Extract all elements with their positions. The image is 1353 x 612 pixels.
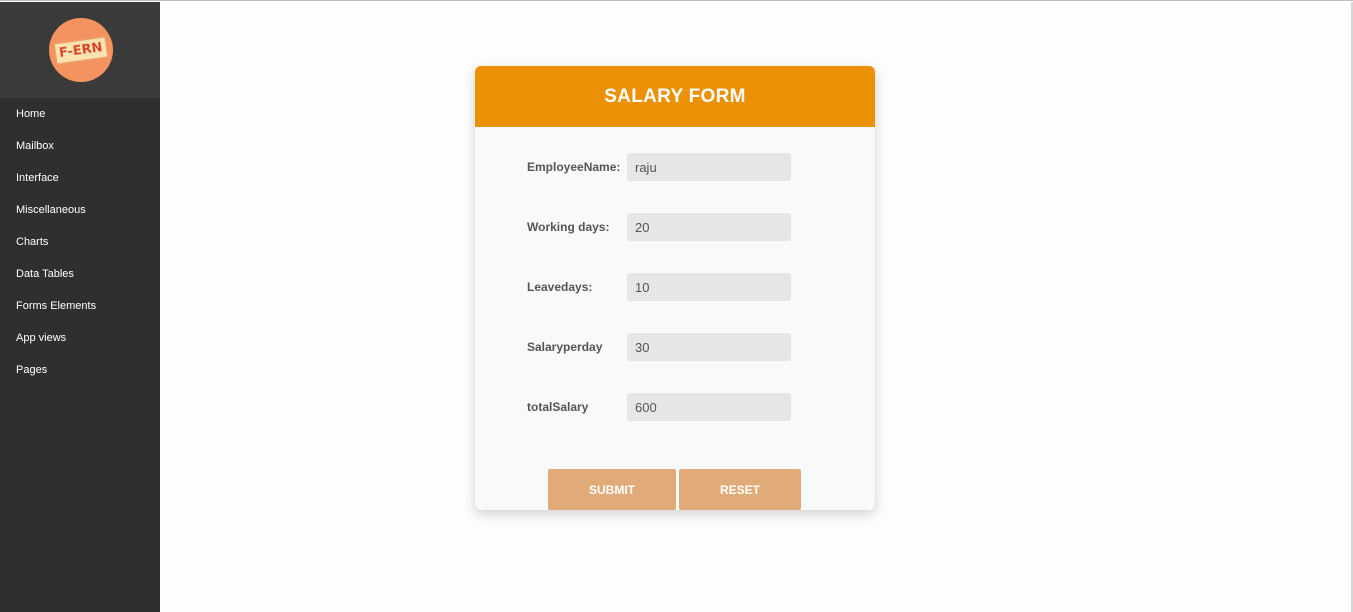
sidebar-item-pages[interactable]: Pages [0,354,160,386]
form-buttons: SUBMIT RESET [548,469,801,510]
sidebar: F-ERN Home Mailbox Interface Miscellaneo… [0,2,160,612]
sidebar-item-forms-elements[interactable]: Forms Elements [0,290,160,322]
sidebar-item-mailbox[interactable]: Mailbox [0,130,160,162]
logo-text: F-ERN [53,36,108,64]
employee-name-label: EmployeeName: [527,160,621,174]
sidebar-item-app-views[interactable]: App views [0,322,160,354]
working-days-input[interactable] [627,213,791,241]
sidebar-item-interface[interactable]: Interface [0,162,160,194]
total-salary-label: totalSalary [527,400,589,414]
form-header: SALARY FORM [475,66,875,127]
logo[interactable]: F-ERN [48,18,113,82]
submit-button[interactable]: SUBMIT [548,469,676,510]
salary-per-day-row: Salaryperday [527,333,791,361]
total-salary-row: totalSalary [527,393,791,421]
salary-per-day-input[interactable] [627,333,791,361]
working-days-label: Working days: [527,220,610,234]
sidebar-item-charts[interactable]: Charts [0,226,160,258]
sidebar-item-data-tables[interactable]: Data Tables [0,258,160,290]
total-salary-input[interactable] [627,393,791,421]
sidebar-item-miscellaneous[interactable]: Miscellaneous [0,194,160,226]
salary-form-card: SALARY FORM EmployeeName: Working days: … [475,66,875,510]
logo-area: F-ERN [0,2,160,98]
leave-days-input[interactable] [627,273,791,301]
sidebar-item-home[interactable]: Home [0,98,160,130]
employee-name-input[interactable] [627,153,791,181]
leave-days-row: Leavedays: [527,273,791,301]
leave-days-label: Leavedays: [527,280,593,294]
salary-per-day-label: Salaryperday [527,340,603,354]
sidebar-nav: Home Mailbox Interface Miscellaneous Cha… [0,98,160,386]
reset-button[interactable]: RESET [679,469,801,510]
employee-name-row: EmployeeName: [527,153,791,181]
working-days-row: Working days: [527,213,791,241]
form-title: SALARY FORM [604,85,746,107]
